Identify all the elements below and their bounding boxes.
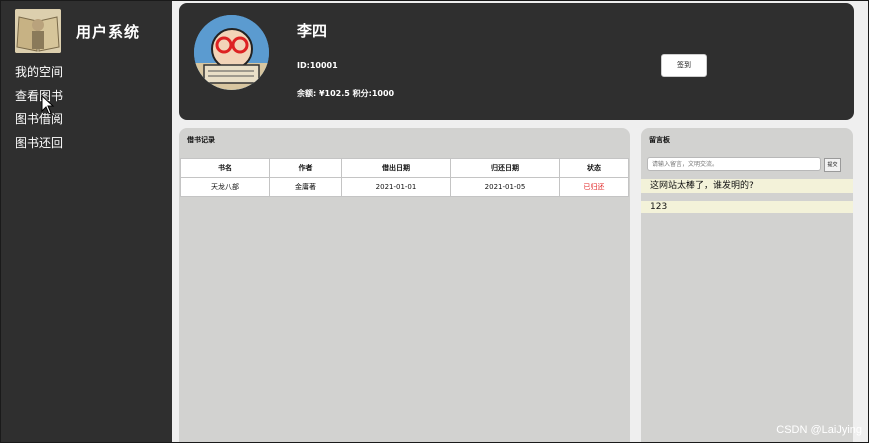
sidebar: 用户系统 我的空间 查看图书 图书借阅 图书还回 (1, 1, 172, 442)
borrow-records-panel: 借书记录 书名 作者 借出日期 归还日期 状态 天龙八部 金庸著 2021-01… (179, 128, 630, 442)
sidebar-item-my-space[interactable]: 我的空间 (15, 61, 63, 85)
message-item: 123 (641, 201, 853, 213)
mouse-cursor-icon (41, 95, 55, 115)
col-header-status: 状态 (559, 158, 629, 178)
user-name: 李四 (297, 22, 328, 40)
user-balance: 余额: ¥102.5 积分:1000 (297, 89, 395, 98)
cell-status: 已归还 (559, 177, 629, 197)
message-board-panel: 留言板 提交 这网站太棒了，谁发明的? 123 (641, 128, 853, 442)
user-avatar (194, 15, 269, 90)
sidebar-item-borrow-book[interactable]: 图书借阅 (15, 108, 63, 132)
watermark: CSDN @LaiJying (776, 424, 862, 436)
cell-return-date: 2021-01-05 (450, 177, 560, 197)
table-header-row: 书名 作者 借出日期 归还日期 状态 (180, 158, 629, 178)
profile-card: 李四 ID:10001 余额: ¥102.5 积分:1000 签到 (179, 3, 854, 120)
col-header-author: 作者 (269, 158, 342, 178)
records-table: 书名 作者 借出日期 归还日期 状态 天龙八部 金庸著 2021-01-01 2… (180, 158, 629, 197)
cell-author: 金庸著 (269, 177, 342, 197)
user-id: ID:10001 (297, 61, 338, 70)
app-logo (15, 9, 61, 53)
col-header-book: 书名 (180, 158, 270, 178)
col-header-return-date: 归还日期 (450, 158, 560, 178)
cell-borrow-date: 2021-01-01 (341, 177, 451, 197)
submit-message-button[interactable]: 提交 (824, 158, 841, 172)
signin-button[interactable]: 签到 (661, 54, 707, 77)
cell-book: 天龙八部 (180, 177, 270, 197)
table-row: 天龙八部 金庸著 2021-01-01 2021-01-05 已归还 (180, 177, 629, 197)
col-header-borrow-date: 借出日期 (341, 158, 451, 178)
app-title: 用户系统 (76, 23, 141, 41)
records-title: 借书记录 (187, 136, 215, 144)
message-item: 这网站太棒了，谁发明的? (641, 179, 853, 193)
board-title: 留言板 (649, 136, 670, 144)
sidebar-item-return-book[interactable]: 图书还回 (15, 132, 63, 156)
message-input[interactable] (647, 157, 821, 171)
sidebar-nav: 我的空间 查看图书 图书借阅 图书还回 (15, 61, 63, 155)
app-frame: 用户系统 我的空间 查看图书 图书借阅 图书还回 李四 ID:10001 余额:… (0, 0, 869, 443)
sidebar-item-view-books[interactable]: 查看图书 (15, 85, 63, 109)
